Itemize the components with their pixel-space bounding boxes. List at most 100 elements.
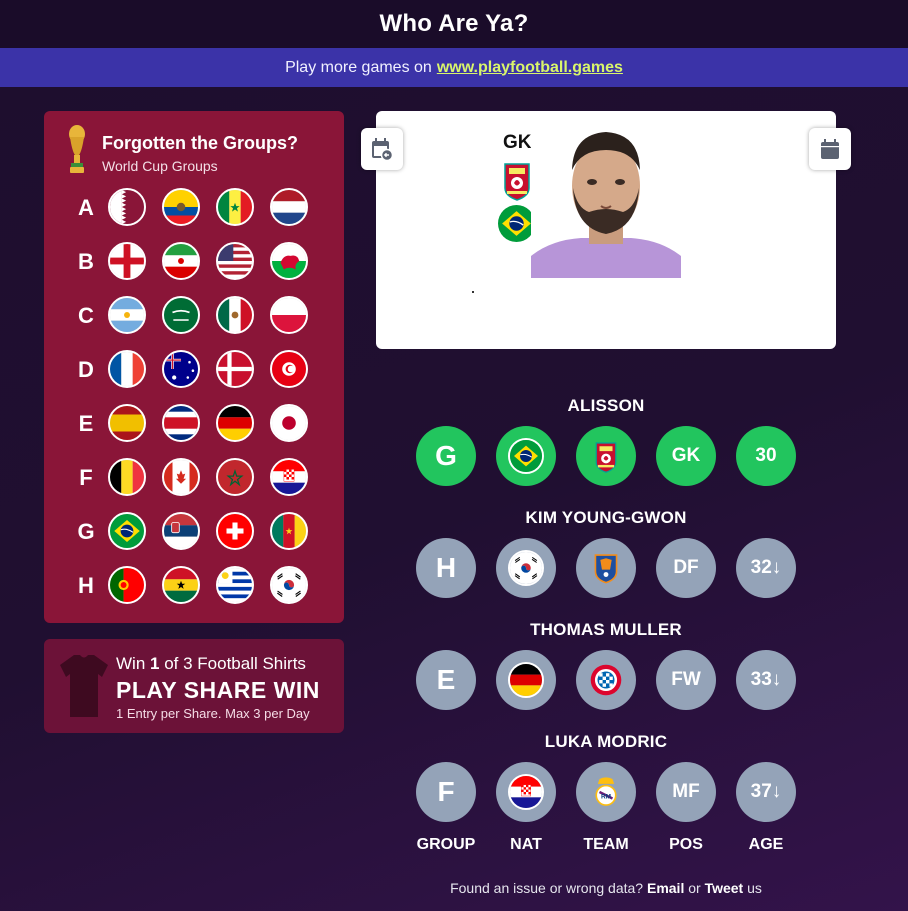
calendar-icon (821, 139, 839, 159)
germany-flag-icon (216, 404, 254, 442)
belgium-flag-icon (108, 458, 146, 496)
south-korea-flag-icon (508, 550, 544, 586)
guess-team-cell (576, 650, 636, 710)
england-flag-icon (108, 242, 146, 280)
shirts-line1: Win 1 of 3 Football Shirts (116, 654, 306, 673)
calendar-back-icon (372, 138, 393, 161)
group-letter: B (78, 249, 94, 274)
guess-nat-cell (496, 762, 556, 822)
japan-flag-icon (270, 404, 308, 442)
promo-link[interactable]: www.playfootball.games (437, 59, 623, 77)
wales-flag-icon (270, 242, 308, 280)
netherlands-flag-icon (270, 188, 308, 226)
column-label-pos: POS (669, 836, 703, 853)
group-letter: G (77, 519, 95, 544)
brazil-flag-icon (108, 512, 146, 550)
senegal-flag-icon (216, 188, 254, 226)
guess-pos-cell: MF (656, 762, 716, 822)
guess-team-cell: RM (576, 762, 636, 822)
group-letter: C (78, 303, 94, 328)
group-row-h: H (44, 566, 344, 606)
calendar-button[interactable] (809, 128, 851, 170)
column-label-nat: NAT (510, 836, 542, 853)
world-cup-groups-panel: Forgotten the Groups? World Cup Groups A… (44, 111, 344, 623)
guess-player-name: LUKA MODRIC (544, 732, 668, 751)
uruguay-flag-icon (216, 566, 254, 604)
australia-flag-icon (162, 350, 200, 388)
mexico-flag-icon (216, 296, 254, 334)
group-letter: A (78, 195, 94, 220)
brazil-flag-icon (498, 205, 535, 242)
ecuador-flag-icon (162, 188, 200, 226)
real-madrid-crest-icon: RM (593, 775, 619, 809)
column-label-age: AGE (748, 836, 784, 853)
ghana-flag-icon (162, 566, 200, 604)
ulsan-crest-icon (593, 551, 619, 585)
promo-bar: Play more games on www.playfootball.game… (0, 48, 908, 87)
usa-flag-icon (216, 242, 254, 280)
costa-rica-flag-icon (162, 404, 200, 442)
canada-flag-icon (162, 458, 200, 496)
guess-player-name: KIM YOUNG-GWON (525, 508, 687, 527)
group-row-a: A (44, 188, 344, 228)
croatia-flag-icon (508, 774, 544, 810)
guess-nat-cell (496, 650, 556, 710)
group-row-f: F (44, 458, 344, 498)
brazil-flag-icon (508, 438, 544, 474)
france-flag-icon (108, 350, 146, 388)
iran-flag-icon (162, 242, 200, 280)
morocco-flag-icon (216, 458, 254, 496)
guess-nat-cell (496, 426, 556, 486)
guess-age-cell: 30 (736, 426, 796, 486)
trophy-icon (69, 125, 85, 173)
guess-age-cell: 33↓ (736, 650, 796, 710)
group-letter: E (78, 411, 94, 436)
guess-group-cell: G (416, 426, 476, 486)
groups-subtitle: World Cup Groups (102, 158, 218, 174)
south-korea-flag-icon (270, 566, 308, 604)
poland-flag-icon (270, 296, 308, 334)
player-position: GK (503, 132, 532, 153)
guess-pos-cell: FW (656, 650, 716, 710)
switzerland-flag-icon (216, 512, 254, 550)
decorative-dot (472, 291, 474, 293)
guess-team-cell (576, 538, 636, 598)
group-letter: F (79, 465, 93, 490)
tunisia-flag-icon (270, 350, 308, 388)
top-bar: Who Are Ya? (0, 0, 908, 48)
shirts-promo-panel[interactable]: Win 1 of 3 Football Shirts PLAY SHARE WI… (44, 639, 344, 733)
guess-nat-cell (496, 538, 556, 598)
guess-team-cell (576, 426, 636, 486)
groups-title: Forgotten the Groups? (102, 133, 298, 153)
group-row-g: G (44, 512, 344, 552)
serbia-flag-icon (162, 512, 200, 550)
tweet-link[interactable]: Tweet (705, 880, 744, 896)
player-portrait (531, 128, 681, 278)
shirts-line3: 1 Entry per Share. Max 3 per Day (116, 706, 310, 721)
column-label-team: TEAM (583, 836, 629, 853)
group-letter: H (78, 573, 94, 598)
spain-flag-icon (108, 404, 146, 442)
croatia-flag-icon (270, 458, 308, 496)
promo-text: Play more games on (285, 58, 432, 76)
denmark-flag-icon (216, 350, 254, 388)
guess-group-cell: H (416, 538, 476, 598)
group-letter: D (78, 357, 94, 382)
column-label-group: GROUP (416, 836, 476, 853)
portugal-flag-icon (108, 566, 146, 604)
shirt-icon (60, 655, 108, 717)
guess-pos-cell: GK (656, 426, 716, 486)
germany-flag-icon (508, 662, 544, 698)
email-link[interactable]: Email (647, 880, 684, 896)
liverpool-crest-icon (593, 438, 619, 474)
guess-group-cell: E (416, 650, 476, 710)
guess-pos-cell: DF (656, 538, 716, 598)
svg-text:RM: RM (601, 794, 611, 801)
guess-player-name: ALISSON (567, 396, 645, 415)
guess-age-cell: 37↓ (736, 762, 796, 822)
group-row-b: B (44, 242, 344, 282)
cameroon-flag-icon (270, 512, 308, 550)
group-row-c: C (44, 296, 344, 336)
previous-day-button[interactable] (361, 128, 403, 170)
qatar-flag-icon (108, 188, 146, 226)
